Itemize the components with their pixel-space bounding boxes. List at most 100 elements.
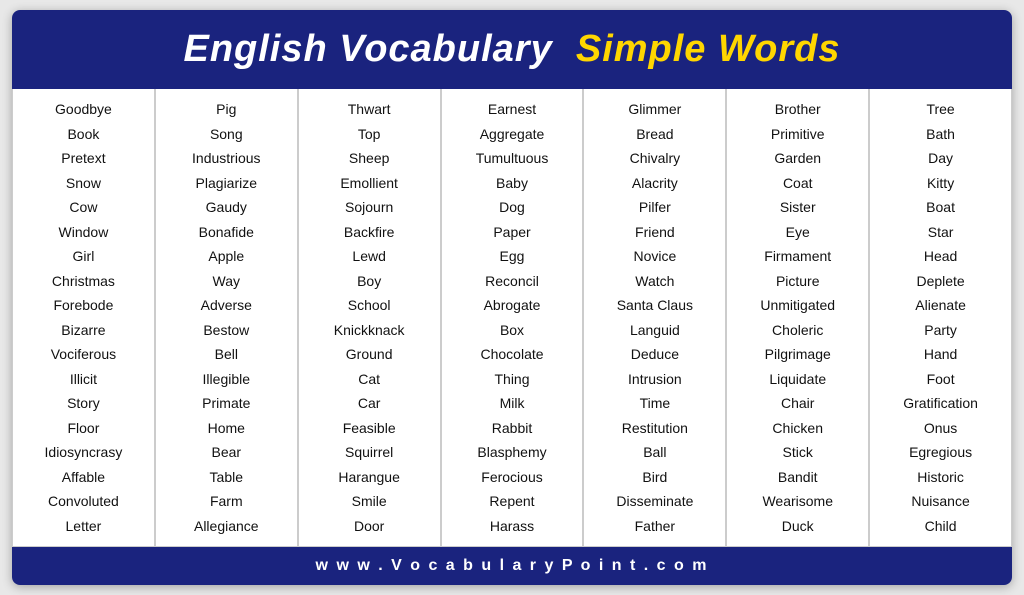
word-item: Bonafide bbox=[160, 220, 293, 245]
word-item: Chocolate bbox=[446, 342, 579, 367]
word-item: Christmas bbox=[17, 269, 150, 294]
word-item: Eye bbox=[731, 220, 864, 245]
word-item: Unmitigated bbox=[731, 293, 864, 318]
word-item: Goodbye bbox=[17, 97, 150, 122]
word-item: Ground bbox=[303, 342, 436, 367]
word-item: Father bbox=[588, 514, 721, 539]
word-item: Backfire bbox=[303, 220, 436, 245]
word-item: Aggregate bbox=[446, 122, 579, 147]
word-item: Stick bbox=[731, 440, 864, 465]
main-card: English Vocabulary Simple Words GoodbyeB… bbox=[12, 10, 1012, 585]
word-item: Farm bbox=[160, 489, 293, 514]
word-item: Top bbox=[303, 122, 436, 147]
word-item: Home bbox=[160, 416, 293, 441]
word-item: Vociferous bbox=[17, 342, 150, 367]
word-item: Bestow bbox=[160, 318, 293, 343]
word-item: Car bbox=[303, 391, 436, 416]
word-item: Primate bbox=[160, 391, 293, 416]
word-item: Allegiance bbox=[160, 514, 293, 539]
word-item: Cow bbox=[17, 195, 150, 220]
word-item: Girl bbox=[17, 244, 150, 269]
word-item: Choleric bbox=[731, 318, 864, 343]
word-item: Squirrel bbox=[303, 440, 436, 465]
word-item: Gratification bbox=[874, 391, 1007, 416]
word-item: Illegible bbox=[160, 367, 293, 392]
title-white: English Vocabulary bbox=[183, 28, 552, 70]
word-item: Apple bbox=[160, 244, 293, 269]
word-item: Floor bbox=[17, 416, 150, 441]
word-item: Chair bbox=[731, 391, 864, 416]
word-item: Duck bbox=[731, 514, 864, 539]
footer-url: w w w . V o c a b u l a r y P o i n t . … bbox=[316, 557, 709, 574]
word-item: Coat bbox=[731, 171, 864, 196]
word-item: Intrusion bbox=[588, 367, 721, 392]
word-item: Rabbit bbox=[446, 416, 579, 441]
word-item: Kitty bbox=[874, 171, 1007, 196]
word-item: Forebode bbox=[17, 293, 150, 318]
word-item: Song bbox=[160, 122, 293, 147]
word-item: Emollient bbox=[303, 171, 436, 196]
word-item: Time bbox=[588, 391, 721, 416]
word-item: Deduce bbox=[588, 342, 721, 367]
word-item: Pig bbox=[160, 97, 293, 122]
word-item: Disseminate bbox=[588, 489, 721, 514]
column-1: GoodbyeBookPretextSnowCowWindowGirlChris… bbox=[13, 89, 156, 546]
word-item: Onus bbox=[874, 416, 1007, 441]
word-item: Wearisome bbox=[731, 489, 864, 514]
word-item: Foot bbox=[874, 367, 1007, 392]
word-item: Letter bbox=[17, 514, 150, 539]
header: English Vocabulary Simple Words bbox=[12, 10, 1012, 89]
word-item: Bell bbox=[160, 342, 293, 367]
word-item: Firmament bbox=[731, 244, 864, 269]
word-item: Pilgrimage bbox=[731, 342, 864, 367]
word-item: Garden bbox=[731, 146, 864, 171]
word-item: Cat bbox=[303, 367, 436, 392]
word-item: Snow bbox=[17, 171, 150, 196]
word-item: Industrious bbox=[160, 146, 293, 171]
word-item: Affable bbox=[17, 465, 150, 490]
word-item: Languid bbox=[588, 318, 721, 343]
word-item: Tumultuous bbox=[446, 146, 579, 171]
word-item: Sheep bbox=[303, 146, 436, 171]
word-item: Smile bbox=[303, 489, 436, 514]
word-item: Lewd bbox=[303, 244, 436, 269]
word-item: Repent bbox=[446, 489, 579, 514]
word-item: Chicken bbox=[731, 416, 864, 441]
word-item: Picture bbox=[731, 269, 864, 294]
word-item: Thwart bbox=[303, 97, 436, 122]
word-item: Book bbox=[17, 122, 150, 147]
word-item: Story bbox=[17, 391, 150, 416]
word-item: Pilfer bbox=[588, 195, 721, 220]
word-item: Ferocious bbox=[446, 465, 579, 490]
word-item: Reconcil bbox=[446, 269, 579, 294]
word-item: Paper bbox=[446, 220, 579, 245]
word-item: Boy bbox=[303, 269, 436, 294]
column-3: ThwartTopSheepEmollientSojournBackfireLe… bbox=[299, 89, 442, 546]
word-item: Glimmer bbox=[588, 97, 721, 122]
word-item: Star bbox=[874, 220, 1007, 245]
word-item: Harass bbox=[446, 514, 579, 539]
word-item: Brother bbox=[731, 97, 864, 122]
word-item: Milk bbox=[446, 391, 579, 416]
word-item: Plagiarize bbox=[160, 171, 293, 196]
word-item: Bath bbox=[874, 122, 1007, 147]
column-2: PigSongIndustriousPlagiarizeGaudyBonafid… bbox=[156, 89, 299, 546]
word-item: Chivalry bbox=[588, 146, 721, 171]
word-item: Hand bbox=[874, 342, 1007, 367]
word-item: Egregious bbox=[874, 440, 1007, 465]
footer: w w w . V o c a b u l a r y P o i n t . … bbox=[12, 547, 1012, 585]
word-item: Head bbox=[874, 244, 1007, 269]
word-item: Door bbox=[303, 514, 436, 539]
column-7: TreeBathDayKittyBoatStarHeadDepleteAlien… bbox=[870, 89, 1011, 546]
word-item: Dog bbox=[446, 195, 579, 220]
word-item: Sister bbox=[731, 195, 864, 220]
word-item: Knickknack bbox=[303, 318, 436, 343]
word-item: Friend bbox=[588, 220, 721, 245]
word-item: Santa Claus bbox=[588, 293, 721, 318]
column-5: GlimmerBreadChivalryAlacrityPilferFriend… bbox=[584, 89, 727, 546]
column-6: BrotherPrimitiveGardenCoatSisterEyeFirma… bbox=[727, 89, 870, 546]
word-item: Harangue bbox=[303, 465, 436, 490]
word-item: Ball bbox=[588, 440, 721, 465]
word-item: Blasphemy bbox=[446, 440, 579, 465]
page-title: English Vocabulary Simple Words bbox=[36, 28, 988, 71]
